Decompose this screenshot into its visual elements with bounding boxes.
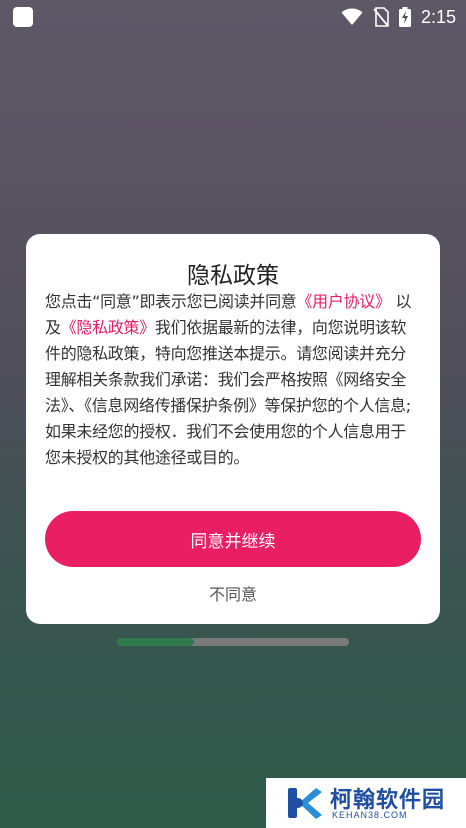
agree-button[interactable]: 同意并继续 xyxy=(45,511,421,567)
privacy-dialog: 隐私政策 您点击“同意”即表示您已阅读并同意《用户协议》 以及《隐私政策》我们依… xyxy=(26,234,440,624)
watermark-url: KEHAN38.COM xyxy=(332,810,408,820)
body-text-intro: 您点击“同意”即表示您已阅读并同意 xyxy=(45,292,297,311)
disagree-button[interactable]: 不同意 xyxy=(183,578,283,608)
loading-progress-bar xyxy=(117,638,349,646)
no-sim-icon xyxy=(373,7,389,27)
body-text-main: 我们依据最新的法律，向您说明该软件的隐私政策，特向您推送本提示。请您阅读并充分理… xyxy=(45,318,411,467)
dialog-body: 您点击“同意”即表示您已阅读并同意《用户协议》 以及《隐私政策》我们依据最新的法… xyxy=(45,289,421,471)
dialog-title: 隐私政策 xyxy=(187,263,279,289)
watermark: 柯翰软件园 KEHAN38.COM xyxy=(266,778,466,828)
wifi-icon xyxy=(341,8,363,25)
status-bar: 2:15 xyxy=(0,0,466,34)
loading-progress-fill xyxy=(117,638,194,646)
status-icons: 2:15 xyxy=(341,4,456,30)
user-agreement-link[interactable]: 《用户协议》 xyxy=(296,292,391,311)
privacy-policy-link[interactable]: 《隐私政策》 xyxy=(61,318,156,337)
status-time: 2:15 xyxy=(420,6,456,27)
app-notification-icon xyxy=(13,7,33,27)
battery-charging-icon xyxy=(398,7,411,27)
kehan-logo-icon xyxy=(288,788,322,819)
